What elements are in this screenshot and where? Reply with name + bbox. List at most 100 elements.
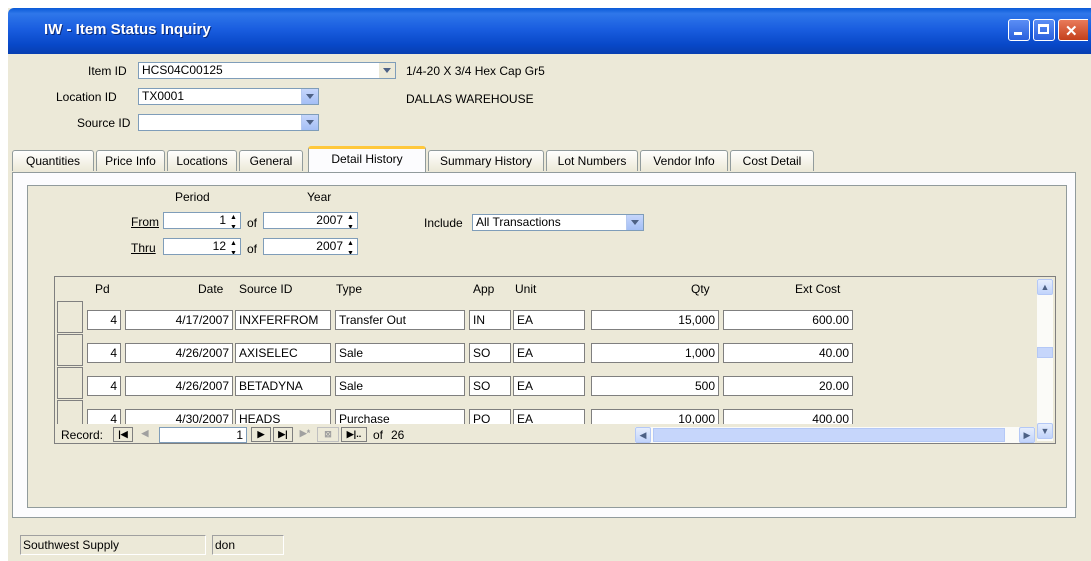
location-id-combo[interactable]: TX0001	[138, 88, 319, 105]
cell-pd[interactable]: 4	[87, 376, 121, 396]
spin-arrows-icon[interactable]	[230, 213, 240, 228]
find-record-icon[interactable]: ▶|..	[341, 427, 367, 442]
cell-ext-cost[interactable]: 20.00	[723, 376, 853, 396]
cell-source-id[interactable]: INXFERFROM	[235, 310, 331, 330]
cell-type[interactable]: Purchase	[335, 409, 465, 424]
tab-summary-history[interactable]: Summary History	[428, 150, 544, 171]
chevron-down-icon[interactable]	[626, 215, 643, 230]
maximize-button[interactable]	[1033, 19, 1055, 41]
table-row[interactable]: 4 4/26/2007 BETADYNA Sale SO EA 500 20.0…	[55, 367, 1055, 400]
scroll-left-icon[interactable]: ◀	[635, 427, 651, 443]
cell-source-id[interactable]: BETADYNA	[235, 376, 331, 396]
minimize-icon	[1014, 32, 1022, 35]
cell-qty[interactable]: 15,000	[591, 310, 719, 330]
title-bar[interactable]: IW - Item Status Inquiry ✕	[8, 8, 1091, 54]
column-header-source-id: Source ID	[239, 282, 293, 296]
cell-source-id[interactable]: HEADS	[235, 409, 331, 424]
spin-arrows-icon[interactable]	[347, 213, 357, 228]
scroll-thumb[interactable]	[1037, 347, 1053, 358]
source-id-combo[interactable]	[138, 114, 319, 131]
vertical-scrollbar[interactable]: ▲ ▼	[1037, 279, 1053, 441]
tab-general[interactable]: General	[239, 150, 303, 171]
row-selector[interactable]	[57, 301, 83, 333]
tab-lot-numbers[interactable]: Lot Numbers	[546, 150, 638, 171]
cell-qty[interactable]: 500	[591, 376, 719, 396]
cell-app[interactable]: IN	[469, 310, 511, 330]
row-selector[interactable]	[57, 334, 83, 366]
item-id-combo[interactable]: HCS04C00125	[138, 62, 396, 79]
year-column-label: Year	[307, 190, 332, 204]
cell-app[interactable]: SO	[469, 343, 511, 363]
from-period-spinner[interactable]: 1	[163, 212, 241, 229]
close-icon: ✕	[1065, 23, 1078, 40]
cell-date[interactable]: 4/26/2007	[125, 376, 233, 396]
cell-source-id[interactable]: AXISELEC	[235, 343, 331, 363]
include-combo[interactable]: All Transactions	[472, 214, 644, 231]
tab-locations[interactable]: Locations	[167, 150, 237, 171]
column-header-qty: Qty	[691, 282, 710, 296]
status-company: Southwest Supply	[20, 535, 206, 555]
horizontal-scrollbar[interactable]: ◀ ▶	[635, 427, 1035, 443]
tab-cost-detail[interactable]: Cost Detail	[730, 150, 814, 171]
status-user: don	[212, 535, 284, 555]
cell-type[interactable]: Sale	[335, 343, 465, 363]
thru-year-spinner[interactable]: 2007	[263, 238, 358, 255]
cell-app[interactable]: PO	[469, 409, 511, 424]
close-button[interactable]: ✕	[1058, 19, 1088, 41]
last-record-icon[interactable]: ▶|	[273, 427, 293, 442]
table-row[interactable]: 4 4/17/2007 INXFERFROM Transfer Out IN E…	[55, 301, 1055, 334]
chevron-down-icon[interactable]	[301, 115, 318, 130]
scroll-up-icon[interactable]: ▲	[1037, 279, 1053, 295]
location-id-value: TX0001	[142, 89, 185, 103]
cell-date[interactable]: 4/17/2007	[125, 310, 233, 330]
cell-ext-cost[interactable]: 400.00	[723, 409, 853, 424]
cell-unit[interactable]: EA	[513, 343, 585, 363]
cell-unit[interactable]: EA	[513, 376, 585, 396]
chevron-down-icon[interactable]	[301, 89, 318, 104]
cell-type[interactable]: Sale	[335, 376, 465, 396]
cell-pd[interactable]: 4	[87, 343, 121, 363]
cell-qty[interactable]: 10,000	[591, 409, 719, 424]
cell-ext-cost[interactable]: 40.00	[723, 343, 853, 363]
item-description: 1/4-20 X 3/4 Hex Cap Gr5	[406, 64, 545, 78]
spin-arrows-icon[interactable]	[230, 239, 240, 254]
record-number-field[interactable]: 1	[159, 427, 247, 443]
tab-price-info[interactable]: Price Info	[96, 150, 165, 171]
row-selector[interactable]	[57, 367, 83, 399]
cell-date[interactable]: 4/26/2007	[125, 343, 233, 363]
cell-pd[interactable]: 4	[87, 409, 121, 424]
table-row[interactable]: 4 4/26/2007 AXISELEC Sale SO EA 1,000 40…	[55, 334, 1055, 367]
row-selector[interactable]	[57, 400, 83, 424]
cell-app[interactable]: SO	[469, 376, 511, 396]
first-record-icon[interactable]: |◀	[113, 427, 133, 442]
cell-unit[interactable]: EA	[513, 409, 585, 424]
record-of-label: of	[373, 428, 384, 442]
tab-quantities[interactable]: Quantities	[12, 150, 94, 171]
history-grid: Pd Date Source ID Type App Unit Qty Ext …	[54, 276, 1056, 444]
scroll-right-icon[interactable]: ▶	[1019, 427, 1035, 443]
cell-ext-cost[interactable]: 600.00	[723, 310, 853, 330]
next-record-icon[interactable]: ▶	[251, 427, 271, 442]
previous-record-icon[interactable]: ◀	[135, 427, 155, 442]
scroll-thumb[interactable]	[653, 428, 1005, 442]
new-record-icon[interactable]: ▶*	[295, 427, 315, 442]
from-period-value: 1	[219, 213, 226, 227]
cell-unit[interactable]: EA	[513, 310, 585, 330]
thru-label: Thru	[131, 241, 156, 255]
of-label: of	[247, 242, 258, 256]
column-header-ext-cost: Ext Cost	[795, 282, 841, 296]
table-row[interactable]: 4 4/30/2007 HEADS Purchase PO EA 10,000 …	[55, 400, 1055, 424]
cell-date[interactable]: 4/30/2007	[125, 409, 233, 424]
cell-pd[interactable]: 4	[87, 310, 121, 330]
cell-type[interactable]: Transfer Out	[335, 310, 465, 330]
tab-detail-history[interactable]: Detail History	[308, 146, 426, 172]
tab-panel-detail-history: Period Year From 1 of 2007 Thru 12 of 20…	[12, 172, 1076, 518]
chevron-down-icon[interactable]	[379, 63, 395, 78]
from-year-spinner[interactable]: 2007	[263, 212, 358, 229]
cell-qty[interactable]: 1,000	[591, 343, 719, 363]
filter-icon[interactable]: ⊠	[317, 427, 339, 442]
minimize-button[interactable]	[1008, 19, 1030, 41]
thru-period-spinner[interactable]: 12	[163, 238, 241, 255]
spin-arrows-icon[interactable]	[347, 239, 357, 254]
tab-vendor-info[interactable]: Vendor Info	[640, 150, 728, 171]
